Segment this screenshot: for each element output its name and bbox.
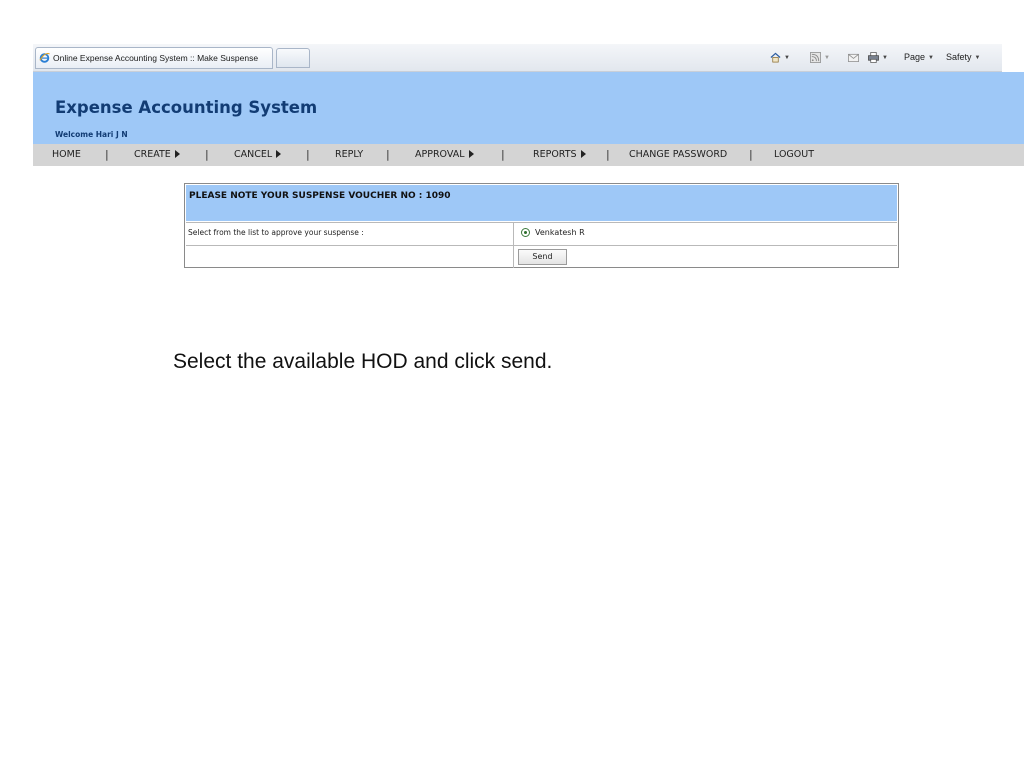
page-menu-button[interactable]: Page ▼ — [904, 50, 934, 64]
internet-explorer-icon — [39, 52, 50, 63]
chevron-down-icon: ▼ — [928, 54, 934, 61]
send-button[interactable]: Send — [518, 249, 567, 265]
approver-select-label: Select from the list to approve your sus… — [188, 228, 364, 237]
safety-menu-button[interactable]: Safety ▼ — [946, 50, 980, 64]
chevron-down-icon: ▼ — [882, 54, 888, 61]
browser-tab-bar: Online Expense Accounting System :: Make… — [33, 44, 1002, 72]
home-command-button[interactable]: ▼ — [770, 50, 790, 64]
voucher-number-notice: PLEASE NOTE YOUR SUSPENSE VOUCHER NO : 1… — [189, 191, 451, 201]
caret-right-icon — [580, 150, 586, 158]
nav-separator: | — [105, 148, 109, 161]
nav-separator: | — [501, 148, 505, 161]
nav-approval-label: APPROVAL — [415, 149, 465, 160]
caret-right-icon — [276, 150, 282, 158]
approver-row: Select from the list to approve your sus… — [186, 222, 897, 245]
feeds-command-button[interactable]: ▼ — [810, 50, 830, 64]
page-menu-label: Page — [904, 52, 926, 62]
safety-menu-label: Safety — [946, 52, 972, 62]
column-divider — [513, 246, 514, 268]
welcome-message: Welcome Hari J N — [55, 130, 128, 139]
nav-reply[interactable]: REPLY — [335, 144, 363, 166]
nav-home[interactable]: HOME — [52, 144, 81, 166]
home-icon — [770, 52, 781, 63]
instruction-text: Select the available HOD and click send. — [173, 350, 553, 373]
send-row: Send — [186, 245, 897, 268]
nav-change-password[interactable]: CHANGE PASSWORD — [629, 144, 727, 166]
rss-feed-icon — [810, 52, 821, 64]
caret-right-icon — [174, 150, 180, 158]
nav-change-password-label: CHANGE PASSWORD — [629, 149, 728, 160]
new-tab-button[interactable] — [276, 48, 310, 68]
nav-cancel[interactable]: CANCEL — [234, 144, 282, 166]
nav-create-label: CREATE — [134, 149, 171, 160]
nav-logout[interactable]: LOGOUT — [774, 144, 814, 166]
approver-option-label[interactable]: Venkatesh R — [535, 228, 585, 237]
approver-radio-button[interactable] — [521, 228, 530, 237]
browser-tab-active[interactable]: Online Expense Accounting System :: Make… — [35, 47, 273, 69]
suspense-voucher-panel: PLEASE NOTE YOUR SUSPENSE VOUCHER NO : 1… — [184, 183, 899, 268]
nav-separator: | — [606, 148, 610, 161]
chevron-down-icon: ▼ — [824, 54, 830, 61]
chevron-down-icon: ▼ — [784, 54, 790, 61]
nav-reports-label: REPORTS — [533, 149, 577, 160]
mail-command-button[interactable] — [848, 50, 859, 64]
main-nav: HOME | CREATE | CANCEL | REPLY | APPROVA… — [33, 144, 1024, 166]
caret-right-icon — [468, 150, 474, 158]
voucher-header: PLEASE NOTE YOUR SUSPENSE VOUCHER NO : 1… — [186, 185, 897, 221]
nav-reports[interactable]: REPORTS — [533, 144, 586, 166]
nav-create[interactable]: CREATE — [134, 144, 180, 166]
nav-separator: | — [205, 148, 209, 161]
mail-icon — [848, 54, 859, 63]
nav-separator: | — [386, 148, 390, 161]
nav-approval[interactable]: APPROVAL — [415, 144, 474, 166]
nav-separator: | — [749, 148, 753, 161]
nav-logout-label: LOGOUT — [774, 149, 815, 160]
browser-tab-title: Online Expense Accounting System :: Make… — [53, 53, 259, 63]
app-title: Expense Accounting System — [55, 98, 318, 117]
print-command-button[interactable]: ▼ — [868, 50, 888, 64]
nav-cancel-label: CANCEL — [234, 149, 273, 160]
chevron-down-icon: ▼ — [974, 54, 981, 61]
nav-home-label: HOME — [52, 149, 81, 160]
nav-reply-label: REPLY — [335, 149, 364, 160]
command-bar: ▼ ▼ ▼ Page ▼ Safety ▼ — [770, 48, 1000, 66]
printer-icon — [868, 52, 879, 64]
column-divider — [513, 223, 514, 245]
app-header: Expense Accounting System Welcome Hari J… — [33, 72, 1024, 144]
nav-separator: | — [306, 148, 310, 161]
